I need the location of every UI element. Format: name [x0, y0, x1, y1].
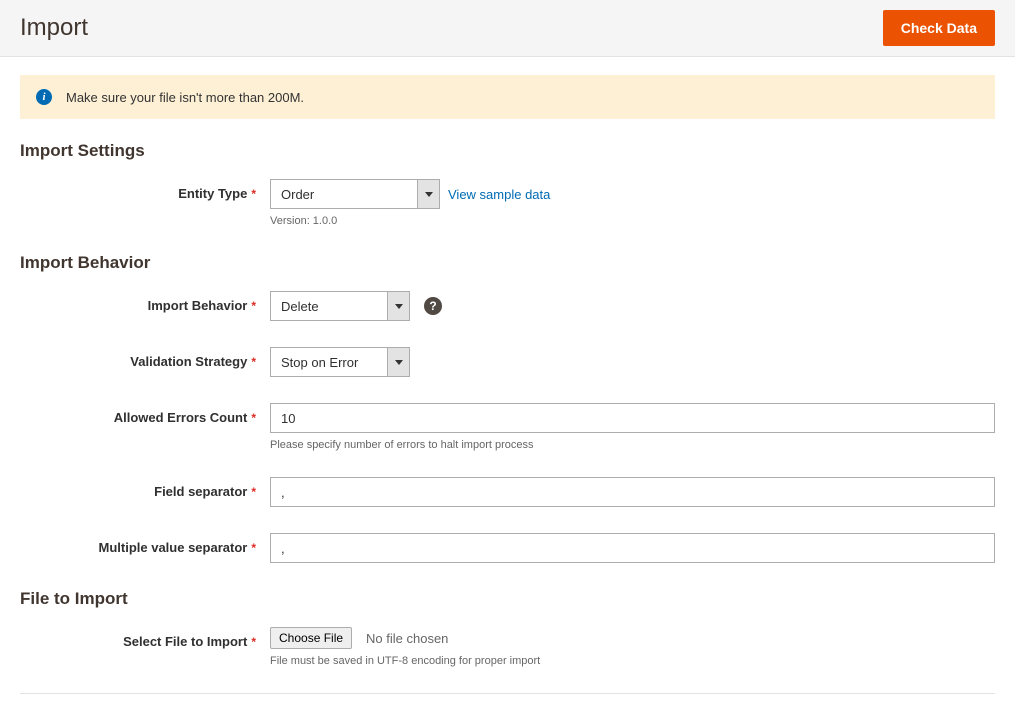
entity-type-version: Version: 1.0.0: [270, 215, 995, 227]
label-allowed-errors: Allowed Errors Count*: [20, 403, 270, 425]
required-marker: *: [251, 299, 256, 313]
label-multi-separator: Multiple value separator*: [20, 533, 270, 555]
alert-message: Make sure your file isn't more than 200M…: [66, 90, 304, 105]
entity-type-select[interactable]: Order: [270, 179, 440, 209]
chevron-down-icon: [417, 180, 439, 208]
row-select-file: Select File to Import* Choose File No fi…: [20, 627, 995, 667]
row-allowed-errors: Allowed Errors Count* Please specify num…: [20, 403, 995, 451]
section-import-behavior: Import Behavior: [20, 253, 995, 273]
entity-type-value: Order: [271, 180, 417, 208]
validation-strategy-select[interactable]: Stop on Error: [270, 347, 410, 377]
section-file-to-import: File to Import: [20, 589, 995, 609]
row-multi-separator: Multiple value separator*: [20, 533, 995, 563]
view-sample-data-link[interactable]: View sample data: [448, 187, 550, 202]
import-behavior-select[interactable]: Delete: [270, 291, 410, 321]
file-status: No file chosen: [366, 631, 448, 646]
page-title: Import: [20, 14, 88, 42]
row-entity-type: Entity Type* Order View sample data Vers…: [20, 179, 995, 227]
required-marker: *: [251, 411, 256, 425]
multi-separator-input[interactable]: [270, 533, 995, 563]
field-separator-input[interactable]: [270, 477, 995, 507]
required-marker: *: [251, 355, 256, 369]
row-import-behavior: Import Behavior* Delete ?: [20, 291, 995, 321]
label-field-separator: Field separator*: [20, 477, 270, 499]
check-data-button[interactable]: Check Data: [883, 10, 995, 46]
row-validation-strategy: Validation Strategy* Stop on Error: [20, 347, 995, 377]
validation-strategy-value: Stop on Error: [271, 348, 387, 376]
choose-file-button[interactable]: Choose File: [270, 627, 352, 649]
file-size-alert: i Make sure your file isn't more than 20…: [20, 75, 995, 119]
help-icon[interactable]: ?: [424, 297, 442, 315]
label-import-behavior: Import Behavior*: [20, 291, 270, 313]
chevron-down-icon: [387, 292, 409, 320]
required-marker: *: [251, 485, 256, 499]
required-marker: *: [251, 635, 256, 649]
row-field-separator: Field separator*: [20, 477, 995, 507]
allowed-errors-input[interactable]: [270, 403, 995, 433]
info-icon: i: [36, 89, 52, 105]
import-behavior-value: Delete: [271, 292, 387, 320]
page-header: Import Check Data: [0, 0, 1015, 57]
section-import-settings: Import Settings: [20, 141, 995, 161]
allowed-errors-help: Please specify number of errors to halt …: [270, 439, 995, 451]
label-select-file: Select File to Import*: [20, 627, 270, 649]
label-entity-type: Entity Type*: [20, 179, 270, 201]
required-marker: *: [251, 187, 256, 201]
select-file-help: File must be saved in UTF-8 encoding for…: [270, 655, 995, 667]
page-content: i Make sure your file isn't more than 20…: [0, 75, 1015, 714]
label-validation-strategy: Validation Strategy*: [20, 347, 270, 369]
chevron-down-icon: [387, 348, 409, 376]
divider: [20, 693, 995, 694]
required-marker: *: [251, 541, 256, 555]
